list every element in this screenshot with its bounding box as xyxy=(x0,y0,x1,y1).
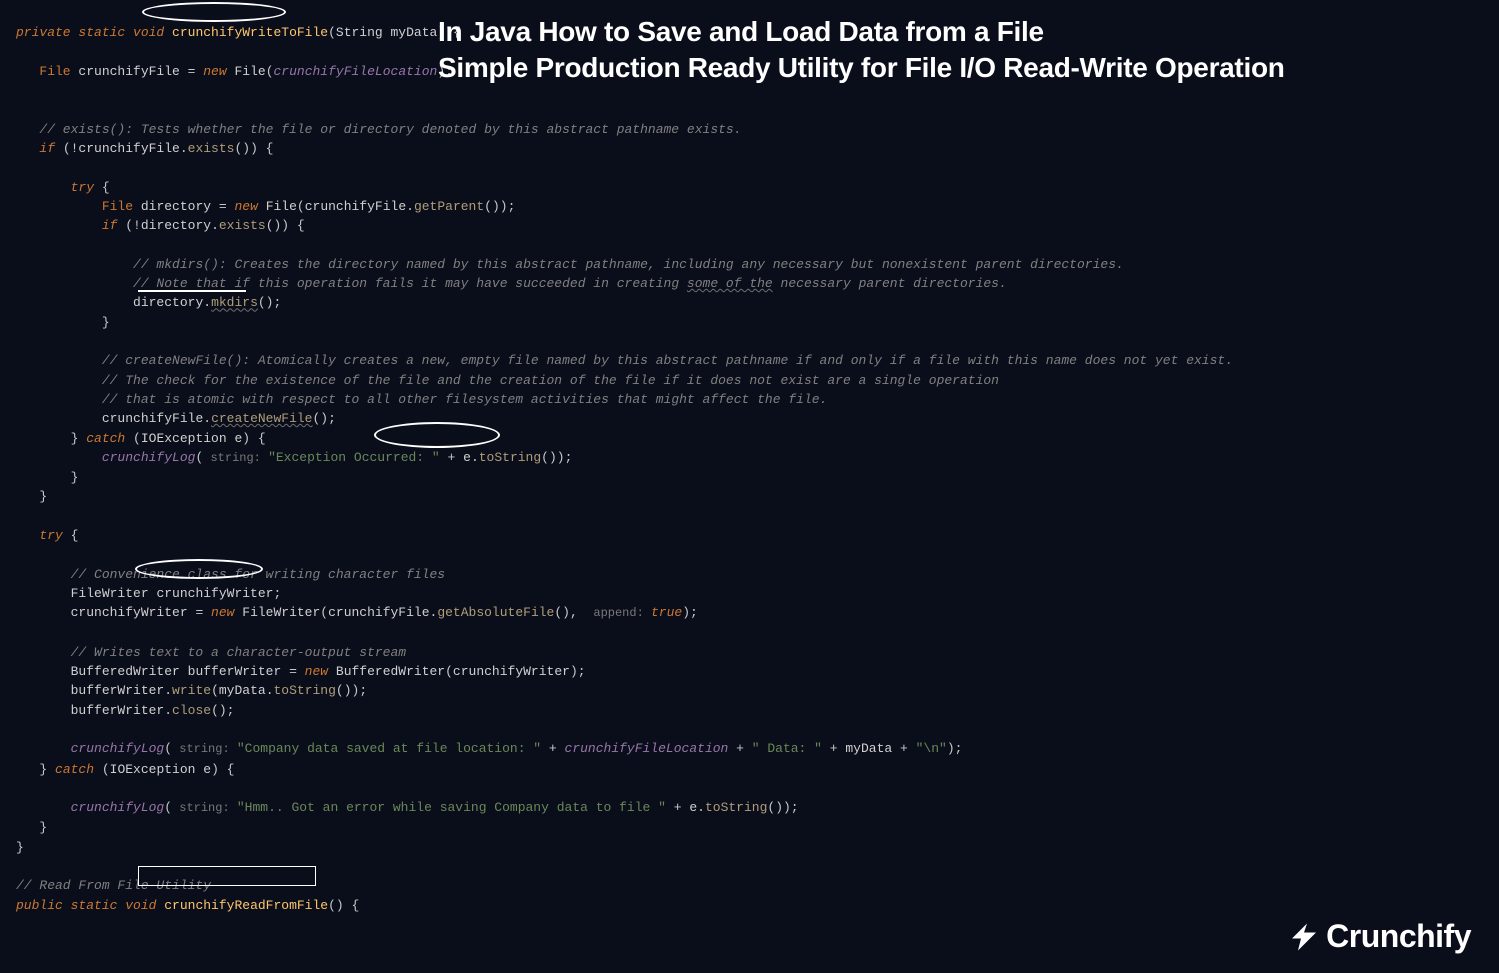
crunchify-logo: Crunchify xyxy=(1286,919,1471,955)
code-line: File directory = new File(crunchifyFile.… xyxy=(102,199,516,214)
code-line: } xyxy=(39,820,47,835)
code-line: } catch (IOException e) { xyxy=(39,762,234,777)
code-line: BufferedWriter bufferWriter = new Buffer… xyxy=(71,664,586,679)
code-line: crunchifyLog( string: "Company data save… xyxy=(71,741,963,756)
code-line: try { xyxy=(39,528,78,543)
code-line: crunchifyFile.createNewFile(); xyxy=(102,411,336,426)
title-line-1: In Java How to Save and Load Data from a… xyxy=(438,14,1285,50)
crunchify-logo-icon xyxy=(1286,919,1322,955)
annotation-underline xyxy=(138,290,246,292)
code-comment: // Note that if this operation fails it … xyxy=(133,276,1007,291)
code-line: bufferWriter.write(myData.toString()); xyxy=(71,683,368,698)
annotation-rectangle xyxy=(138,866,316,886)
code-line: crunchifyWriter = new FileWriter(crunchi… xyxy=(71,605,698,620)
title-line-2: Simple Production Ready Utility for File… xyxy=(438,50,1285,86)
code-line: directory.mkdirs(); xyxy=(133,295,281,310)
code-line: File crunchifyFile = new File(crunchifyF… xyxy=(39,64,453,79)
code-line: public static void crunchifyReadFromFile… xyxy=(16,898,359,913)
code-comment: // mkdirs(): Creates the directory named… xyxy=(133,257,1124,272)
code-comment: // createNewFile(): Atomically creates a… xyxy=(102,353,1233,368)
code-line: } xyxy=(102,315,110,330)
code-line: FileWriter crunchifyWriter; xyxy=(71,586,282,601)
code-line: } xyxy=(39,489,47,504)
code-line: try { xyxy=(71,180,110,195)
code-comment: // exists(): Tests whether the file or d… xyxy=(39,122,741,137)
code-comment: // The check for the existence of the fi… xyxy=(102,373,999,388)
code-line: crunchifyLog( string: "Exception Occurre… xyxy=(102,450,573,465)
code-line: if (!directory.exists()) { xyxy=(102,218,305,233)
code-line: } xyxy=(71,470,79,485)
crunchify-logo-text: Crunchify xyxy=(1326,927,1471,946)
code-line: bufferWriter.close(); xyxy=(71,703,235,718)
code-line: } catch (IOException e) { xyxy=(71,431,266,446)
code-comment: // Writes text to a character-output str… xyxy=(71,645,406,660)
code-line: private static void crunchifyWriteToFile… xyxy=(16,25,461,40)
code-editor: private static void crunchifyWriteToFile… xyxy=(0,0,1499,915)
code-line: crunchifyLog( string: "Hmm.. Got an erro… xyxy=(71,800,799,815)
title-overlay: In Java How to Save and Load Data from a… xyxy=(438,14,1285,87)
code-line: if (!crunchifyFile.exists()) { xyxy=(39,141,273,156)
code-comment: // that is atomic with respect to all ot… xyxy=(102,392,828,407)
code-comment: // Convenience class for writing charact… xyxy=(71,567,445,582)
code-line: } xyxy=(16,840,24,855)
